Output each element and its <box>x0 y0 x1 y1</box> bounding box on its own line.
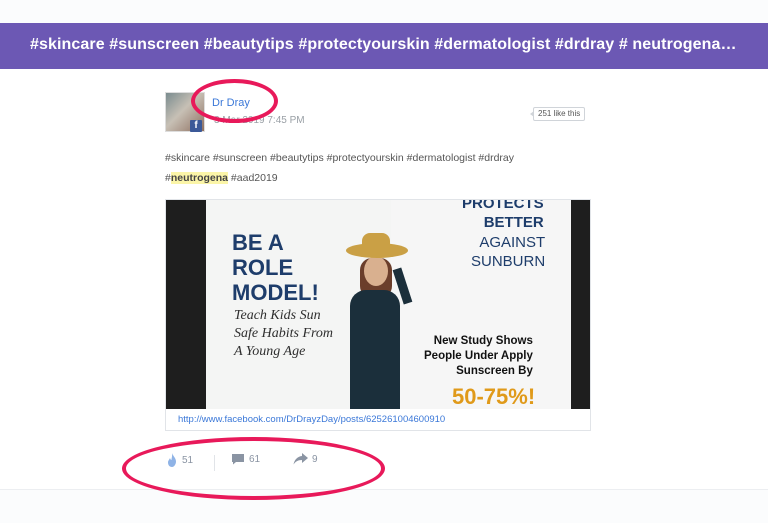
fire-icon <box>168 453 176 467</box>
caption-hash: # <box>165 172 171 184</box>
poster-line: People Under Apply <box>424 350 533 362</box>
poster-against: AGAINST SUNBURN <box>471 233 545 271</box>
poster-line: A Young Age <box>234 344 306 359</box>
post-image[interactable]: BE A ROLE MODEL! Teach Kids Sun Safe Hab… <box>166 200 590 409</box>
poster-line: Teach Kids Sun <box>234 308 321 323</box>
poster-line: AGAINST <box>479 234 546 251</box>
likes-badge: 251 like this <box>529 107 586 121</box>
reactions-count: 51 <box>182 454 194 466</box>
comment-icon <box>232 454 244 465</box>
person-head <box>364 256 388 286</box>
poster-line: SUNBURN <box>471 253 546 270</box>
comments-count: 61 <box>249 453 261 465</box>
poster-line: Safe Habits From <box>234 326 334 341</box>
caption-line: #skincare #sunscreen #beautytips #protec… <box>165 152 515 164</box>
poster-study: New Study Shows People Under Apply Sunsc… <box>424 334 533 379</box>
hashtag-header: #skincare #sunscreen #beautytips #protec… <box>0 23 768 69</box>
poster-line: MODEL! <box>232 280 319 305</box>
reactions-button[interactable]: 51 <box>166 453 193 467</box>
author-name[interactable]: Dr Dray <box>212 97 250 109</box>
poster-percentage: 50-75%! <box>452 384 536 409</box>
poster-line: PROTECTS <box>462 200 544 212</box>
link-preview-card[interactable]: BE A ROLE MODEL! Teach Kids Sun Safe Hab… <box>165 199 591 431</box>
share-button[interactable]: 9 <box>293 453 318 465</box>
facebook-icon: f <box>190 120 202 132</box>
poster-line: New Study Shows <box>433 335 533 347</box>
share-icon <box>293 453 308 465</box>
post-divider <box>0 489 768 490</box>
poster-protects: PROTECTS BETTER <box>462 200 544 232</box>
poster-line: Sunscreen By <box>456 365 533 377</box>
poster-line: ROLE <box>232 255 294 280</box>
poster-line: BE A <box>232 230 284 255</box>
caption-highlight: neutrogena <box>170 172 229 184</box>
poster-subtext: Teach Kids Sun Safe Habits From A Young … <box>234 307 333 361</box>
header-title: #skincare #sunscreen #beautytips #protec… <box>30 36 740 53</box>
post-caption: #skincare #sunscreen #beautytips #protec… <box>165 148 595 188</box>
post-timestamp: 3 Mar 2019 7:45 PM <box>214 115 305 126</box>
poster-headline: BE A ROLE MODEL! <box>232 230 319 305</box>
shares-count: 9 <box>312 453 318 465</box>
person-hat-crown <box>362 233 390 249</box>
link-url[interactable]: http://www.facebook.com/DrDrayzDay/posts… <box>178 414 445 425</box>
comments-button[interactable]: 61 <box>231 453 260 465</box>
caption-tail: #aad2019 <box>228 172 278 184</box>
action-divider <box>214 455 215 471</box>
person-dress <box>350 290 400 409</box>
poster-line: BETTER <box>483 214 544 231</box>
